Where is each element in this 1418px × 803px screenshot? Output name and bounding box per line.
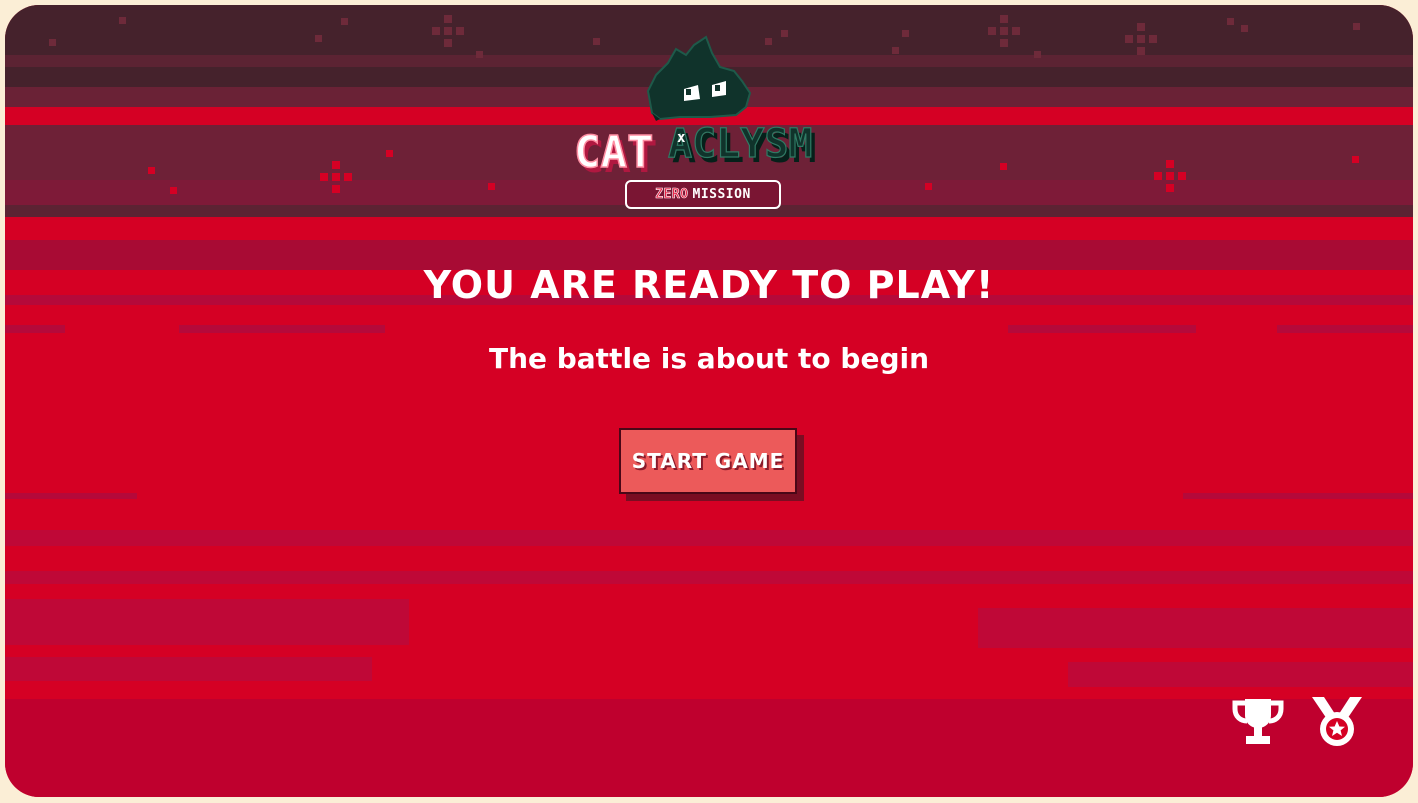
zero-mission-badge: ZERO MISSION (625, 180, 781, 209)
cat-head-icon: CAT CAT ACLYSM ACLYSM x (573, 35, 817, 183)
logo-aclysm-word: ACLYSM ACLYSM (667, 120, 816, 172)
background-pixel (902, 30, 909, 37)
background-plus-sparkle (1154, 160, 1187, 193)
background-pixel (1353, 23, 1360, 30)
background-pixel (1000, 163, 1007, 170)
background-stripe (1183, 493, 1413, 499)
medal-icon[interactable] (1310, 695, 1364, 749)
background-pixel (341, 18, 348, 25)
background-stripe (5, 657, 372, 681)
background-plus-sparkle (432, 15, 465, 48)
background-stripe (1068, 662, 1413, 687)
background-stripe (5, 530, 1413, 546)
background-stripe (5, 599, 409, 645)
badge-mission-text: MISSION (692, 187, 751, 202)
background-plus-sparkle (320, 161, 353, 194)
trophy-icon[interactable] (1231, 695, 1285, 749)
logo-x-mark: x (677, 130, 686, 146)
background-pixel (925, 183, 932, 190)
background-pixel (148, 167, 155, 174)
background-pixel (170, 187, 177, 194)
background-pixel (1352, 156, 1359, 163)
background-plus-sparkle (988, 15, 1021, 48)
background-pixel (49, 39, 56, 46)
svg-text:CAT: CAT (574, 127, 653, 178)
background-plus-sparkle (1125, 23, 1158, 56)
start-game-button[interactable]: START GAME (619, 428, 797, 494)
background-stripe (5, 571, 1413, 584)
svg-text:ACLYSM: ACLYSM (668, 121, 813, 167)
background-stripe (1008, 325, 1196, 333)
battle-subtitle: The battle is about to begin (488, 342, 930, 375)
background-stripe (179, 325, 385, 333)
ready-headline: YOU ARE READY TO PLAY! (423, 263, 995, 307)
badge-zero-text: ZERO (655, 187, 689, 203)
background-stripe (978, 608, 1413, 648)
background-pixel (315, 35, 322, 42)
background-pixel (1034, 51, 1041, 58)
background-pixel (892, 47, 899, 54)
background-stripe (5, 699, 1413, 797)
background-stripe (5, 493, 137, 499)
background-pixel (488, 183, 495, 190)
background-pixel (476, 51, 483, 58)
background-stripe (5, 325, 65, 333)
background-pixel (119, 17, 126, 24)
game-screen: CAT CAT ACLYSM ACLYSM x ZERO MISSION YOU… (5, 5, 1413, 797)
background-pixel (386, 150, 393, 157)
background-pixel (1227, 18, 1234, 25)
background-stripe (1277, 325, 1413, 333)
background-pixel (1241, 25, 1248, 32)
logo-cat-word: CAT CAT (573, 126, 657, 183)
